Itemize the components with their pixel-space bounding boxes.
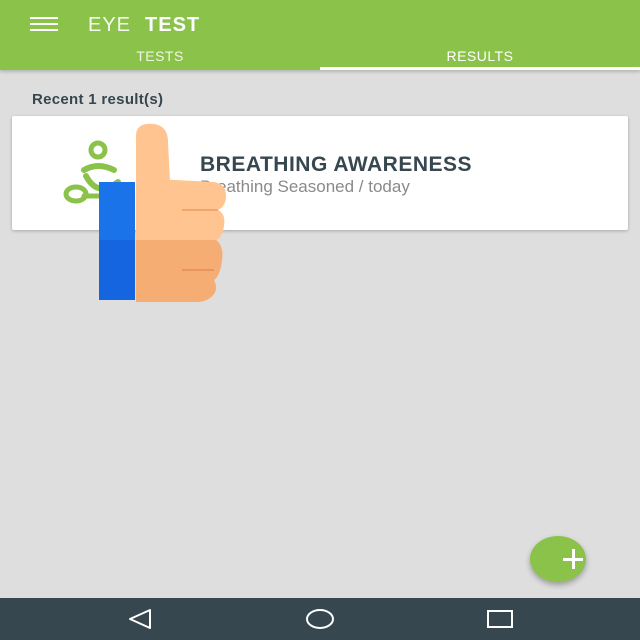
system-nav-bar [0, 598, 640, 640]
results-header: Recent 1 result(s) [32, 91, 164, 108]
back-triangle-icon [129, 609, 151, 629]
tab-tests[interactable]: TESTS [0, 44, 320, 70]
app-screen: EYE TEST TESTS RESULTS Recent 1 result(s)… [0, 0, 640, 640]
back-button[interactable] [118, 602, 162, 636]
app-title-bold: TEST [145, 14, 201, 36]
result-subtitle: Breathing Seasoned / today [200, 177, 410, 196]
menu-button[interactable] [22, 10, 66, 40]
app-title-light: EYE [88, 14, 132, 36]
home-button[interactable] [298, 602, 342, 636]
recents-square-icon [487, 610, 513, 628]
tab-selected-indicator [320, 67, 640, 70]
app-title: EYE TEST [88, 12, 200, 38]
add-result-button[interactable] [530, 536, 586, 582]
recents-button[interactable] [478, 602, 522, 636]
app-bar: EYE TEST TESTS RESULTS [0, 0, 640, 70]
result-title: BREATHING AWARENESS [200, 153, 473, 176]
home-circle-icon [306, 609, 334, 629]
thumbs-up-icon [99, 123, 226, 302]
